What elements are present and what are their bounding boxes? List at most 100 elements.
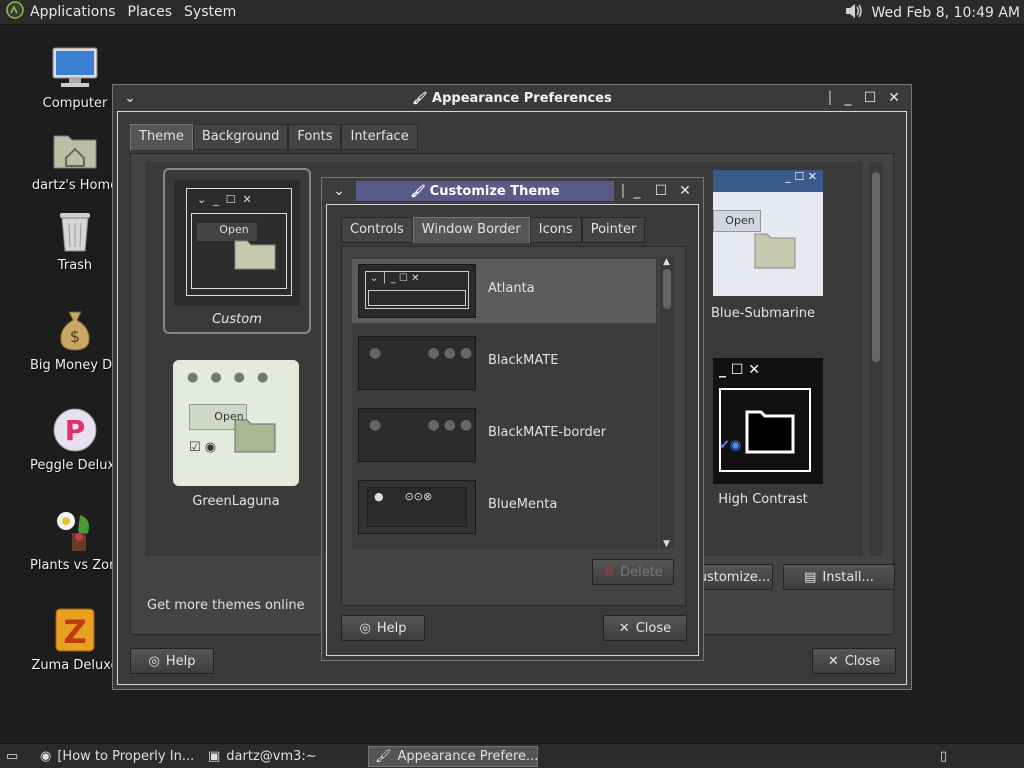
theme-scrollbar[interactable] <box>869 162 883 556</box>
close-icon[interactable]: ✕ <box>885 89 903 107</box>
applications-menu[interactable]: Applications <box>6 1 116 23</box>
theme-name: GreenLaguna <box>192 494 280 509</box>
theme-custom[interactable]: ⌄ _ ☐ ✕ Open Custom <box>163 168 311 334</box>
list-item[interactable]: ● ●●● BlackMATE <box>352 331 656 395</box>
task-label: dartz@vm3:~ <box>226 749 317 764</box>
tab-pointer[interactable]: Pointer <box>581 217 646 243</box>
taskbar: ▭ ◉ [How to Properly In... ▣ dartz@vm3:~… <box>0 743 1024 768</box>
theme-preview: _ ☐ ✕ ✔◉ <box>713 358 823 484</box>
tab-window-border[interactable]: Window Border <box>412 217 530 243</box>
svg-text:P: P <box>65 414 86 447</box>
help-button[interactable]: ◎ Help <box>341 615 425 641</box>
delete-icon: ⊗ <box>603 564 615 580</box>
customize-title-text: Customize Theme <box>429 183 560 199</box>
theme-name: Custom <box>212 312 262 327</box>
desktop-icon-plants[interactable]: Plants vs Zombies <box>30 506 120 573</box>
border-scrollbar[interactable]: ▲ ▼ <box>660 257 674 549</box>
theme-greenlaguna[interactable]: ●●●● Open ☑ ◉ GreenLaguna <box>171 360 301 509</box>
volume-icon[interactable] <box>844 2 864 24</box>
tab-theme[interactable]: Theme <box>130 124 193 150</box>
list-item[interactable]: ⌄ │ _ ☐ ✕ Atlanta <box>352 259 656 323</box>
theme-high-contrast[interactable]: _ ☐ ✕ ✔◉ High Contrast <box>683 358 833 507</box>
show-desktop-button[interactable]: ▭ <box>2 746 30 767</box>
desktop-icon-label: Plants vs Zombies <box>30 558 120 573</box>
clock[interactable]: Wed Feb 8, 10:49 AM <box>872 5 1020 21</box>
panel-tray: Wed Feb 8, 10:49 AM <box>844 0 1020 25</box>
tab-background[interactable]: Background <box>192 124 289 150</box>
appearance-task-icon: 🖌 <box>375 749 392 764</box>
tab-fonts[interactable]: Fonts <box>288 124 342 150</box>
task-label: [How to Properly In... <box>57 749 195 764</box>
top-panel: Applications Places System Wed Feb 8, 10… <box>0 0 1024 25</box>
appearance-title-text: Appearance Preferences <box>432 90 612 106</box>
window-border-panel: ⌄ │ _ ☐ ✕ Atlanta ● ●●● BlackMATE ● ●●● <box>341 246 686 606</box>
theme-name: Blue-Submarine <box>710 306 816 321</box>
desktop-icon-label: Peggle Deluxe <box>30 458 120 473</box>
help-icon: ◎ <box>359 620 371 636</box>
terminal-icon: ▣ <box>208 749 221 764</box>
help-button[interactable]: ◎ Help <box>130 648 214 674</box>
border-name: BlackMATE-border <box>488 425 607 440</box>
close-button[interactable]: ✕ Close <box>812 648 896 674</box>
close-button[interactable]: ✕ Close <box>603 615 687 641</box>
plants-icon <box>51 506 99 554</box>
desktop-icon-computer[interactable]: Computer <box>30 44 120 111</box>
appearance-tabs: Theme Background Fonts Interface <box>130 124 418 150</box>
theme-blue-submarine[interactable]: _ ☐ ✕ Open Blue-Submarine <box>683 170 833 321</box>
task-terminal[interactable]: ▣ dartz@vm3:~ <box>202 746 362 767</box>
border-name: Atlanta <box>488 281 535 296</box>
theme-preview: ●●●● Open ☑ ◉ <box>173 360 299 486</box>
desktop-icon-peggle[interactable]: P Peggle Deluxe <box>30 406 120 473</box>
desktop-icon-trash[interactable]: Trash <box>30 206 120 273</box>
theme-preview: _ ☐ ✕ Open <box>713 170 823 296</box>
tab-controls[interactable]: Controls <box>341 217 413 243</box>
close-icon[interactable]: ✕ <box>676 182 694 200</box>
browser-icon: ◉ <box>40 749 52 764</box>
maximize-icon[interactable]: ☐ <box>652 182 670 200</box>
scrollbar-thumb[interactable] <box>663 269 671 309</box>
zuma-icon: Z <box>51 606 99 654</box>
money-bag-icon: $ <box>51 306 99 354</box>
delete-button[interactable]: ⊗ Delete <box>592 559 674 585</box>
tab-interface[interactable]: Interface <box>341 124 418 150</box>
minimize-icon[interactable]: _ <box>839 89 857 107</box>
border-list: ⌄ │ _ ☐ ✕ Atlanta ● ●●● BlackMATE ● ●●● <box>352 257 658 549</box>
desktop-icon-zuma[interactable]: Z Zuma Deluxe <box>30 606 120 673</box>
places-menu[interactable]: Places <box>128 4 173 20</box>
border-thumbnail: ● ●●● <box>358 336 476 390</box>
maximize-icon[interactable]: ☐ <box>861 89 879 107</box>
border-thumbnail: ● ⊙⊙⊗ <box>358 480 476 534</box>
system-menu[interactable]: System <box>184 4 236 20</box>
tab-icons[interactable]: Icons <box>529 217 582 243</box>
border-name: BlueMenta <box>488 497 558 512</box>
workspace-icon: ▯ <box>940 749 948 764</box>
minimize-icon[interactable]: _ <box>628 182 646 200</box>
appearance-app-icon: 🖌 <box>412 90 428 105</box>
desktop-icon-big-money[interactable]: $ Big Money Deluxe <box>30 306 120 373</box>
desktop-icon-label: Trash <box>57 258 93 273</box>
theme-preview: ⌄ _ ☐ ✕ Open <box>174 180 300 306</box>
delete-label: Delete <box>620 564 663 580</box>
task-browser[interactable]: ◉ [How to Properly In... <box>34 746 200 767</box>
workspace-switcher[interactable]: ▯ <box>936 746 960 767</box>
list-item[interactable]: ● ●●● BlackMATE-border <box>352 403 656 467</box>
desktop-icon-label: dartz's Home <box>31 178 119 193</box>
theme-name: High Contrast <box>718 492 808 507</box>
get-more-themes-link[interactable]: Get more themes online <box>147 598 305 613</box>
customize-titlebar[interactable]: ⌄ 🖌 Customize Theme │ _ ☐ ✕ <box>322 178 703 204</box>
task-appearance[interactable]: 🖌 Appearance Prefere... <box>368 746 538 767</box>
window-menu-icon[interactable]: ⌄ <box>330 182 348 200</box>
desktop-icon-home[interactable]: dartz's Home <box>30 126 120 193</box>
close-button-icon: ✕ <box>618 620 630 636</box>
customize-title: 🖌 Customize Theme <box>356 181 614 201</box>
computer-icon <box>51 44 99 92</box>
install-button[interactable]: ▤ Install... <box>783 564 895 590</box>
list-item[interactable]: ● ⊙⊙⊗ BlueMenta <box>352 475 656 539</box>
scrollbar-thumb[interactable] <box>872 172 880 362</box>
help-label: Help <box>376 620 407 636</box>
svg-text:$: $ <box>70 327 80 346</box>
border-name: BlackMATE <box>488 353 559 368</box>
border-thumbnail: ● ●●● <box>358 408 476 462</box>
desktop-icon-label: Big Money Deluxe <box>30 358 120 373</box>
appearance-titlebar[interactable]: ⌄ 🖌 Appearance Preferences │ _ ☐ ✕ <box>113 85 911 111</box>
